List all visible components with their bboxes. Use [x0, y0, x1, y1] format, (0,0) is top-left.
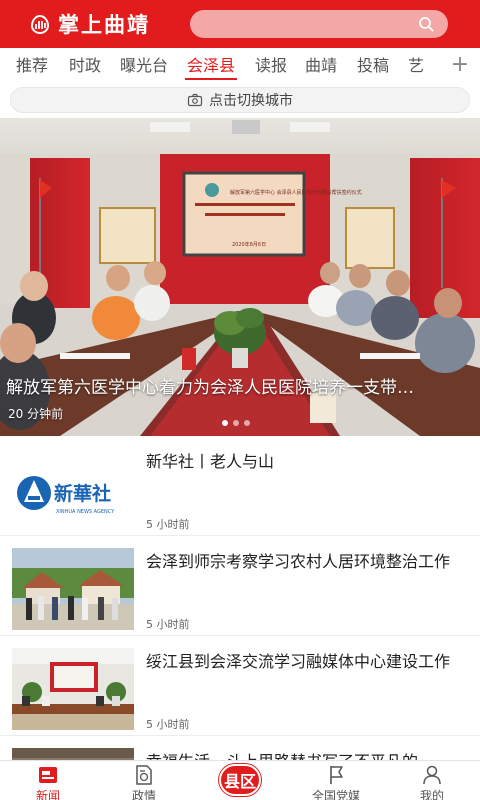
banner-caption[interactable]: 解放军第六医学中心着力为会泽人民医院培养一支带… — [6, 373, 474, 398]
carousel-dot[interactable] — [244, 420, 250, 426]
nav-mine[interactable]: 我的 — [392, 761, 472, 800]
app-logo-text: 掌上曲靖 — [58, 12, 150, 37]
tab-qujing[interactable]: 曲靖 — [297, 48, 345, 84]
meeting-photo — [12, 648, 134, 730]
add-channel-button[interactable]: + — [448, 48, 472, 84]
xinhua-logo-icon: 新華社 XINHUA NEWS AGENCY — [17, 476, 115, 515]
channel-tabs: 推荐 时政 曝光台 会泽县 读报 曲靖 投稿 艺 — [0, 48, 480, 84]
news-time: 5 小时前 — [146, 618, 190, 631]
news-icon — [39, 767, 57, 783]
nav-politics[interactable]: 政情 — [104, 761, 184, 800]
document-icon — [136, 765, 152, 785]
nav-politics-label: 政情 — [131, 789, 156, 800]
banner-time: 20 分钟前 — [8, 407, 64, 421]
nav-party-media[interactable]: 全国党媒 — [296, 761, 376, 800]
xinhua-logo-en: XINHUA NEWS AGENCY — [56, 509, 115, 515]
news-thumbnail — [12, 648, 134, 730]
nav-party-media-label: 全国党媒 — [311, 789, 360, 800]
tab-politics[interactable]: 时政 — [60, 48, 110, 84]
news-item[interactable]: 绥江县到会泽交流学习融媒体中心建设工作 5 小时前 — [0, 636, 480, 736]
hand-logo-icon — [30, 14, 50, 35]
village-photo — [12, 548, 134, 630]
nav-news[interactable]: 新闻 — [8, 761, 88, 800]
app-screen: 掌上曲靖 推荐 时政 曝光台 会泽县 读报 曲靖 投稿 艺 + 点击切换城市 解… — [0, 0, 480, 800]
carousel-dot[interactable] — [222, 420, 228, 426]
top-header: 掌上曲靖 — [0, 0, 480, 48]
user-icon — [423, 765, 441, 785]
tab-exposure[interactable]: 曝光台 — [113, 48, 175, 84]
tab-read-paper[interactable]: 读报 — [247, 48, 295, 84]
news-time: 5 小时前 — [146, 518, 190, 531]
carousel-dot[interactable] — [233, 420, 239, 426]
tab-recommend[interactable]: 推荐 — [7, 48, 57, 84]
news-title[interactable]: 会泽到师宗考察学习农村人居环境整治工作 — [146, 548, 468, 575]
tab-submit[interactable]: 投稿 — [347, 48, 399, 84]
news-item[interactable]: 新華社 XINHUA NEWS AGENCY 新华社丨老人与山 5 小时前 — [0, 436, 480, 536]
carousel-indicator — [222, 420, 250, 426]
xinhua-logo-cn: 新華社 — [54, 482, 111, 505]
nav-news-label: 新闻 — [35, 789, 60, 800]
screen-title-text: 解放军第六医学中心 会泽县人民医院专科建设帮扶签约仪式 — [230, 189, 362, 196]
city-switch-label: 点击切换城市 — [209, 93, 293, 109]
search-icon[interactable] — [418, 16, 434, 32]
headline-carousel[interactable]: 解放军第六医学中心 会泽县人民医院专科建设帮扶签约仪式 2020年8月6日 解放… — [0, 118, 480, 436]
tab-huize[interactable]: 会泽县 — [181, 48, 241, 84]
nav-mine-label: 我的 — [419, 789, 444, 800]
flag-icon — [330, 766, 343, 784]
news-thumbnail — [12, 548, 134, 630]
news-title[interactable]: 新华社丨老人与山 — [146, 448, 468, 475]
news-item[interactable]: 会泽到师宗考察学习农村人居环境整治工作 5 小时前 — [0, 536, 480, 636]
location-camera-icon — [187, 93, 203, 107]
news-title[interactable]: 绥江县到会泽交流学习融媒体中心建设工作 — [146, 648, 468, 675]
search-input[interactable] — [190, 10, 448, 38]
county-center-button[interactable]: 县区 — [219, 764, 261, 796]
news-time: 5 小时前 — [146, 718, 190, 731]
news-thumbnail: 新華社 XINHUA NEWS AGENCY — [12, 458, 134, 528]
tab-art[interactable]: 艺 — [401, 48, 431, 84]
city-switch-button[interactable]: 点击切换城市 — [10, 87, 470, 113]
screen-date-text: 2020年8月6日 — [232, 241, 266, 248]
app-logo: 掌上曲靖 — [28, 9, 150, 39]
